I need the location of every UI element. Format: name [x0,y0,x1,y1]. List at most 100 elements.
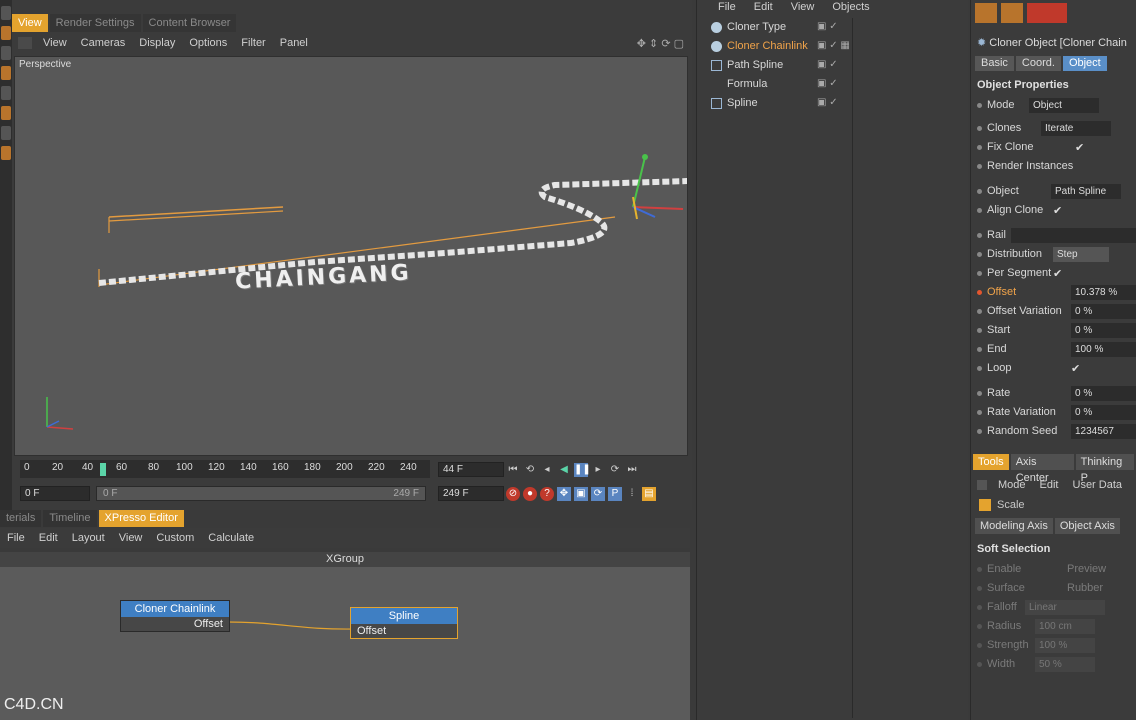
menu-view[interactable]: View [112,527,150,549]
object-row[interactable]: Spline ▣ ✓ [697,94,852,113]
go-to-end-icon[interactable]: ⏭ [625,463,639,477]
tab-tools[interactable]: Tools [973,454,1009,470]
parameter-key-icon[interactable]: P [608,487,622,501]
menu-edit[interactable]: Edit [745,1,782,13]
visibility-flags[interactable]: ▣ ✓ [817,59,838,70]
visibility-flags[interactable]: ▣ ✓ [817,97,838,108]
tool-icon[interactable] [1,146,11,160]
current-frame-field[interactable]: 44 F [438,462,504,477]
tools-tabs: Tools Axis Center Thinking P [973,454,1136,484]
object-row[interactable]: Cloner Chainlink ▣ ✓ ▦ [697,37,852,56]
playhead[interactable] [100,463,106,476]
world-axis-icon [46,397,74,430]
soft-selection-rows: Enable Preview Surface Rubber Falloff Linea… [971,560,1136,674]
mode-icon[interactable] [975,3,997,23]
end-frame-field[interactable]: 249 F [438,486,504,501]
point-level-icon[interactable]: ⁞ [625,487,639,501]
tab-basic[interactable]: Basic [975,56,1014,71]
tool-icon[interactable] [1,46,11,60]
visibility-flags[interactable]: ▣ ✓ [817,21,838,32]
position-key-icon[interactable]: ✥ [557,487,571,501]
navigate-icons[interactable]: ✥ ⇕ ⟳ ▢ [637,37,684,50]
tool-icon[interactable] [1,6,11,20]
menu-edit[interactable]: Edit [32,527,65,549]
tab-render-settings[interactable]: Render Settings [49,14,141,32]
tool-icon[interactable] [1,106,11,120]
tool-icon[interactable] [1,86,11,100]
start-frame-field[interactable]: 0 F [20,486,90,501]
tool-icon[interactable] [1,126,11,140]
tab-timeline[interactable]: Timeline [43,510,97,527]
next-key-icon[interactable]: ⟳ [608,463,622,477]
panel-icon[interactable] [18,37,32,49]
ruler-tick: 120 [208,462,225,473]
record-icon[interactable]: ⊘ [506,487,520,501]
tab-coord[interactable]: Coord. [1015,56,1061,71]
autokey-icon[interactable]: ● [523,487,537,501]
mode-icon[interactable] [1027,3,1067,23]
menu-view[interactable]: View [36,32,74,54]
tab-materials[interactable]: terials [0,510,42,527]
object-row[interactable]: Path Spline ▣ ✓ [697,56,852,75]
menu-display[interactable]: Display [132,32,182,54]
keyframe-selection-icon[interactable]: ? [540,487,554,501]
menu-file[interactable]: File [0,527,32,549]
menu-layout[interactable]: Layout [65,527,112,549]
node-spline[interactable]: Spline Offset [350,607,458,639]
previous-frame-icon[interactable]: ◂ [540,463,554,477]
play-backward-icon[interactable]: ◀ [557,463,571,477]
tool-icon[interactable] [1,26,11,40]
previous-key-icon[interactable]: ⟲ [523,463,537,477]
object-row[interactable]: Cloner Type ▣ ✓ [697,18,852,37]
menu-objects[interactable]: Objects [823,1,878,13]
xpresso-canvas[interactable]: XGroup Cloner Chainlink Offset Spline Of… [0,552,690,720]
menu-mode[interactable]: Mode [991,474,1033,496]
menu-cameras[interactable]: Cameras [74,32,133,54]
cloner-icon: ✹ [977,37,987,49]
menu-file[interactable]: File [709,1,745,13]
column-divider [852,18,853,718]
watermark: C4D.CN [4,696,64,713]
tool-icon[interactable] [1,66,11,80]
menu-panel[interactable]: Panel [273,32,315,54]
object-name: Path Spline [727,59,784,71]
tab-axis-center[interactable]: Axis Center [1010,454,1074,484]
tab-object-axis[interactable]: Object Axis [1054,518,1120,534]
next-frame-icon[interactable]: ▸ [591,463,605,477]
record-controls: ⊘ ● ? ✥ ▣ ⟳ P ⁞ ▤ [506,487,659,501]
attribute-rows: Mode Object Clones Iterate Fix Clone ✔ Rend… [971,96,1136,441]
tab-xpresso-editor[interactable]: XPresso Editor [98,510,184,527]
menu-options[interactable]: Options [182,32,234,54]
xpresso-menu: File Edit Layout View Custom Calculate [0,528,690,548]
menu-view[interactable]: View [782,1,824,13]
tool-icon [977,480,987,490]
node-input-port[interactable]: Offset [351,624,457,638]
ruler-tick: 240 [400,462,417,473]
tab-thinking-particles[interactable]: Thinking P [1075,454,1134,484]
preview-range-bar[interactable]: 0 F 249 F [96,486,426,501]
tab-content-browser[interactable]: Content Browser [142,14,237,32]
rotation-key-icon[interactable]: ⟳ [591,487,605,501]
pause-icon[interactable]: ❚❚ [574,463,591,477]
menu-edit[interactable]: Edit [1033,474,1066,496]
object-manager-menu: File Edit View Objects [709,0,879,14]
timeline-ruler[interactable]: 0 20 40 60 80 100 120 140 160 180 200 22… [20,460,430,478]
tab-view[interactable]: View [12,14,48,32]
mode-icon[interactable] [1001,3,1023,23]
menu-calculate[interactable]: Calculate [201,527,261,549]
timeline-icon[interactable]: ▤ [642,487,656,501]
scale-key-icon[interactable]: ▣ [574,487,588,501]
menu-custom[interactable]: Custom [149,527,201,549]
node-cloner-chainlink[interactable]: Cloner Chainlink Offset [120,600,230,632]
tab-modeling-axis[interactable]: Modeling Axis [975,518,1053,534]
node-output-port[interactable]: Offset [121,617,229,631]
object-row[interactable]: Formula ▣ ✓ [697,75,852,94]
visibility-flags[interactable]: ▣ ✓ ▦ [817,40,850,51]
3d-viewport[interactable]: Perspective CHAINGANG [14,56,688,456]
section-header: Object Properties [977,79,1069,91]
visibility-flags[interactable]: ▣ ✓ [817,78,838,89]
tab-object[interactable]: Object [1062,56,1107,71]
menu-user-data[interactable]: User Data [1066,474,1130,496]
go-to-start-icon[interactable]: ⏮ [506,463,520,477]
menu-filter[interactable]: Filter [234,32,272,54]
